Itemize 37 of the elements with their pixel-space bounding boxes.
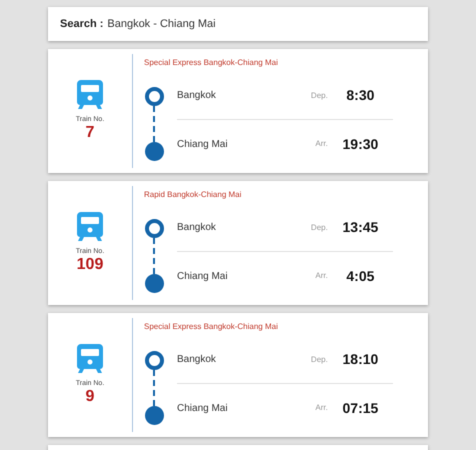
train-number: 9 [86, 386, 94, 406]
station-name: Chiang Mai [177, 270, 229, 284]
time-value: 8:30 [345, 86, 376, 105]
arrival-marker-icon [144, 406, 164, 425]
search-separator: : [100, 16, 104, 32]
departure-marker-icon [144, 219, 164, 238]
route-name: Rapid Bangkok-Chiang Mai [144, 189, 242, 201]
station-name: Bangkok [177, 353, 217, 367]
search-bar[interactable]: Search : Bangkok - Chiang Mai [48, 7, 428, 41]
station-name: Chiang Mai [177, 402, 229, 416]
time-value: 4:05 [345, 266, 376, 286]
departure-marker-icon [144, 351, 164, 370]
train-icon [77, 80, 103, 110]
time-label: Dep. [310, 354, 328, 366]
time-label: Dep. [310, 90, 328, 102]
station-name: Chiang Mai [177, 138, 229, 152]
time-label: Arr. [314, 138, 328, 150]
arrival-marker-icon [144, 142, 164, 161]
time-value: 13:45 [342, 218, 380, 237]
train-number: 7 [86, 122, 94, 142]
train-icon [77, 212, 103, 242]
time-label: Dep. [310, 222, 328, 234]
station-name: Bangkok [177, 221, 217, 235]
time-value: 07:15 [342, 398, 380, 418]
time-value: 18:10 [342, 350, 380, 369]
time-label: Arr. [314, 402, 328, 414]
route-name: Special Express Bangkok-Chiang Mai [144, 57, 279, 69]
train-number: 109 [76, 254, 104, 274]
arrival-marker-icon [144, 274, 164, 293]
search-value: Bangkok - Chiang Mai [107, 16, 216, 32]
train-icon [77, 344, 103, 374]
search-label: Search [60, 16, 97, 32]
time-label: Arr. [314, 270, 328, 282]
departure-marker-icon [144, 87, 164, 106]
route-name: Special Express Bangkok-Chiang Mai [144, 321, 279, 333]
station-name: Bangkok [177, 89, 217, 103]
time-value: 19:30 [342, 134, 380, 154]
